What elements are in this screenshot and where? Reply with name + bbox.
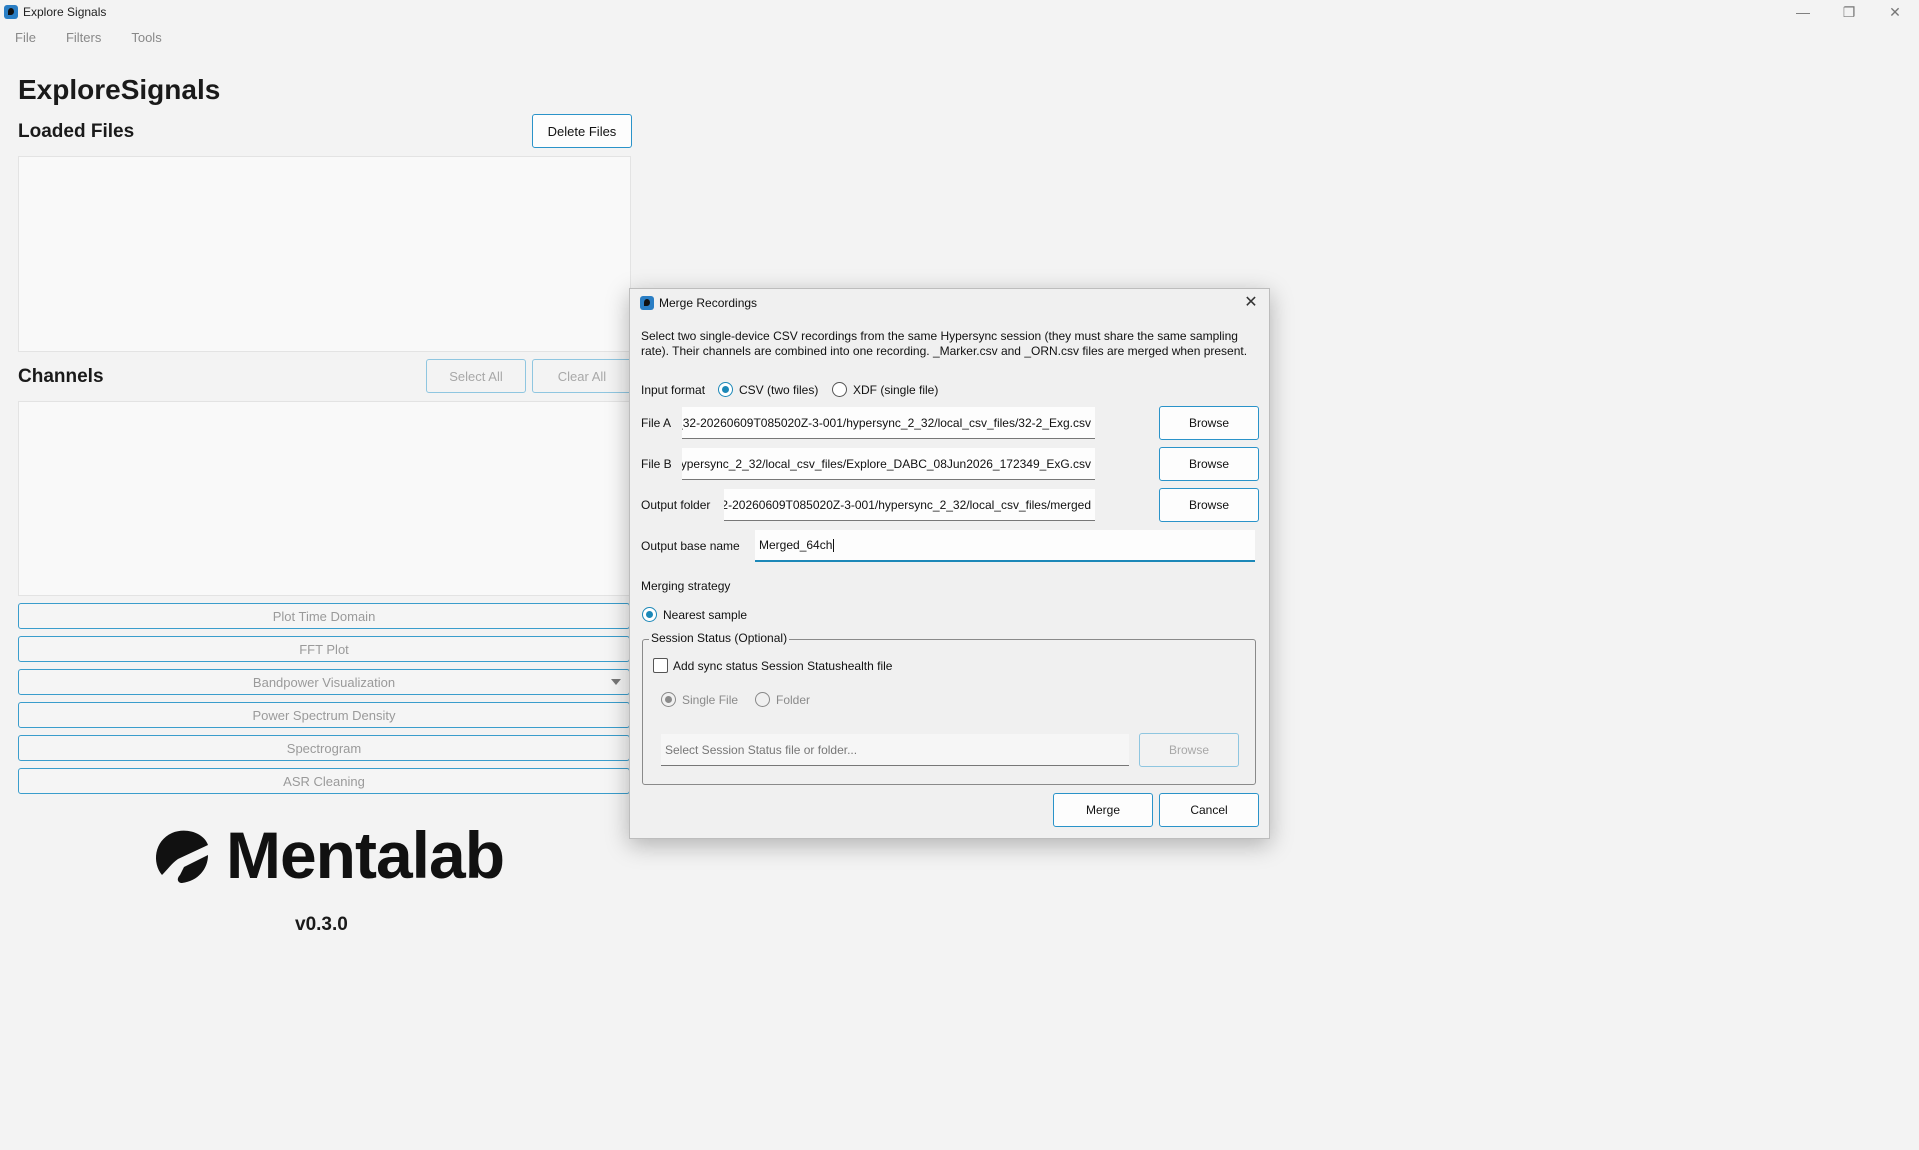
dialog-close-icon[interactable]: ✕ — [1241, 292, 1261, 312]
file-b-input[interactable]: -3-001/hypersync_2_32/local_csv_files/Ex… — [682, 448, 1095, 480]
cancel-button[interactable]: Cancel — [1159, 793, 1259, 827]
output-base-name-input[interactable]: Merged_64ch — [755, 530, 1255, 562]
minimize-icon[interactable]: — — [1780, 0, 1826, 24]
restore-icon[interactable]: ❐ — [1826, 0, 1872, 24]
output-folder-label: Output folder — [641, 498, 711, 512]
bandpower-visualization-label: Bandpower Visualization — [252, 674, 396, 690]
folder-radio[interactable] — [755, 692, 770, 707]
app-title: ExploreSignals — [18, 74, 221, 105]
file-a-label: File A — [641, 416, 672, 430]
mentalab-logo: Mentalab — [148, 818, 505, 892]
dialog-title: Merge Recordings — [659, 296, 758, 310]
chevron-down-icon — [611, 679, 621, 685]
session-status-input[interactable]: Select Session Status file or folder... — [661, 734, 1129, 766]
dialog-app-icon — [640, 296, 654, 310]
close-icon[interactable]: ✕ — [1872, 0, 1918, 24]
file-a-input[interactable]: nc_2_32-20260609T085020Z-3-001/hypersync… — [682, 407, 1095, 439]
loaded-files-title: Loaded Files — [18, 121, 135, 142]
menu-bar: File Filters Tools — [0, 26, 177, 50]
output-folder-input[interactable]: _2_32-20260609T085020Z-3-001/hypersync_2… — [724, 489, 1095, 521]
add-sync-status-checkbox[interactable] — [653, 658, 668, 673]
session-status-group: Session Status (Optional) Add sync statu… — [642, 631, 1256, 785]
channels-list[interactable] — [18, 401, 631, 596]
bandpower-visualization-dropdown[interactable]: Bandpower Visualization — [18, 669, 630, 695]
input-format-csv-label: CSV (two files) — [739, 383, 819, 397]
channels-title: Channels — [18, 366, 104, 387]
file-a-browse-button[interactable]: Browse — [1159, 406, 1259, 440]
merge-recordings-dialog: Merge Recordings ✕ Select two single-dev… — [629, 288, 1270, 839]
nearest-sample-label: Nearest sample — [663, 608, 748, 622]
window-titlebar: Explore Signals — ❐ ✕ — [0, 0, 1919, 24]
output-base-name-label: Output base name — [641, 539, 740, 553]
add-sync-status-label: Add sync status Session Statushealth fil… — [673, 659, 893, 673]
version-label: v0.3.0 — [295, 914, 348, 935]
output-base-name-value: Merged_64ch — [759, 538, 833, 552]
output-folder-browse-button[interactable]: Browse — [1159, 488, 1259, 522]
menu-file[interactable]: File — [0, 26, 51, 50]
select-all-button[interactable]: Select All — [426, 359, 526, 393]
spectrogram-button[interactable]: Spectrogram — [18, 735, 630, 761]
asr-cleaning-button[interactable]: ASR Cleaning — [18, 768, 630, 794]
input-format-xdf-radio[interactable] — [832, 382, 847, 397]
file-b-browse-button[interactable]: Browse — [1159, 447, 1259, 481]
input-format-csv-radio[interactable] — [718, 382, 733, 397]
single-file-radio[interactable] — [661, 692, 676, 707]
input-format-label: Input format — [641, 383, 706, 397]
clear-all-button[interactable]: Clear All — [532, 359, 632, 393]
delete-files-button[interactable]: Delete Files — [532, 114, 632, 148]
menu-filters[interactable]: Filters — [51, 26, 116, 50]
window-title: Explore Signals — [23, 5, 107, 19]
session-status-browse-button[interactable]: Browse — [1139, 733, 1239, 767]
nearest-sample-radio[interactable] — [642, 607, 657, 622]
power-spectrum-density-button[interactable]: Power Spectrum Density — [18, 702, 630, 728]
text-caret — [833, 538, 835, 552]
mentalab-logo-text: Mentalab — [226, 818, 505, 892]
mentalab-logo-icon — [156, 830, 208, 883]
merge-button[interactable]: Merge — [1053, 793, 1153, 827]
input-format-xdf-label: XDF (single file) — [853, 383, 939, 397]
fft-plot-button[interactable]: FFT Plot — [18, 636, 630, 662]
plot-time-domain-button[interactable]: Plot Time Domain — [18, 603, 630, 629]
merging-strategy-label: Merging strategy — [641, 579, 731, 593]
app-icon — [4, 5, 18, 19]
loaded-files-list[interactable] — [18, 156, 631, 352]
file-b-label: File B — [641, 457, 672, 471]
dialog-description: Select two single-device CSV recordings … — [641, 329, 1248, 358]
folder-label: Folder — [776, 693, 811, 707]
single-file-label: Single File — [682, 693, 739, 707]
session-status-legend: Session Status (Optional) — [649, 631, 790, 645]
menu-tools[interactable]: Tools — [116, 26, 176, 50]
